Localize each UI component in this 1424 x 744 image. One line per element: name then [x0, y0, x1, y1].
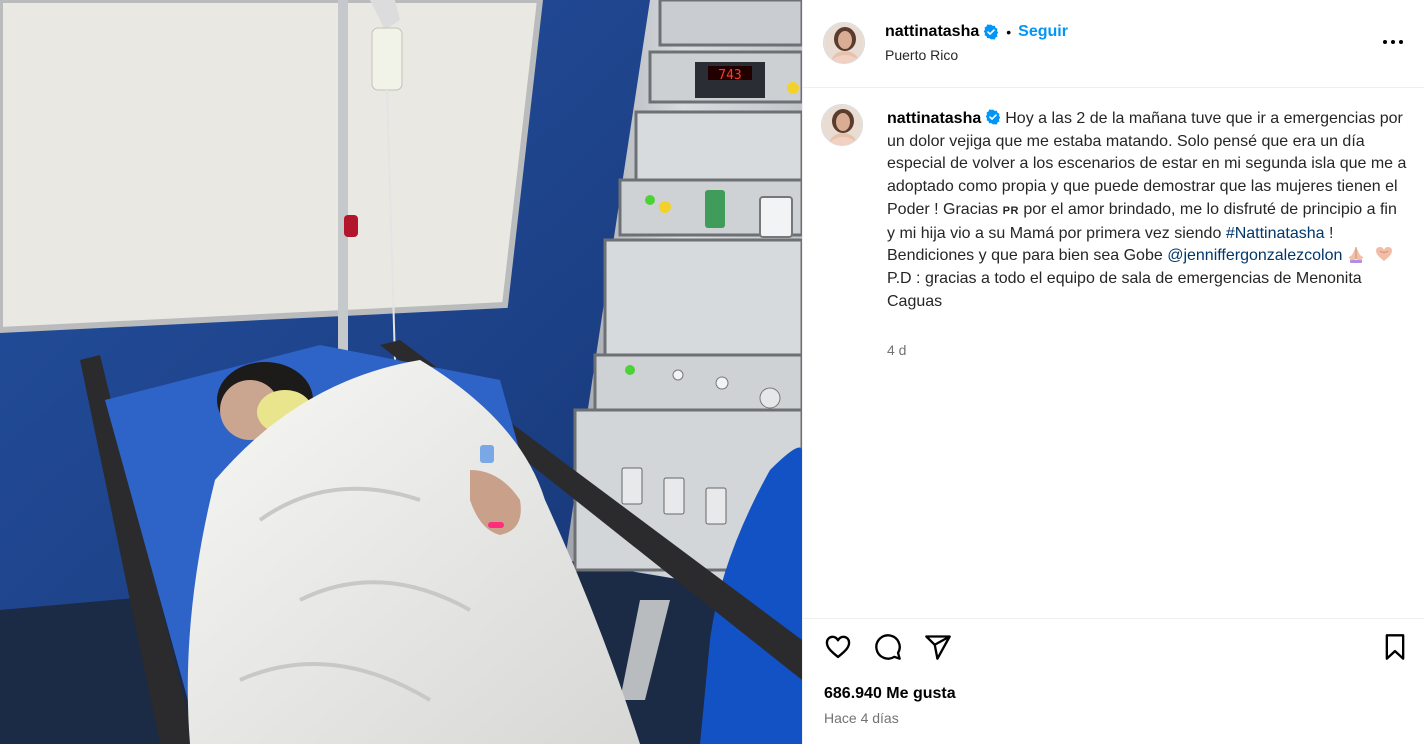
mention-link[interactable]: @jenniffergonzalezcolon: [1167, 247, 1342, 264]
post-photo: 743: [0, 0, 802, 744]
heart-icon[interactable]: [822, 631, 854, 663]
separator-dot: •: [1006, 24, 1012, 40]
post-actions: 686.940 Me gusta Hace 4 días: [803, 618, 1424, 736]
praying-hands-icon: [1349, 247, 1364, 264]
more-options-icon[interactable]: [1381, 30, 1405, 54]
verified-badge-icon: [984, 24, 999, 40]
caption-username[interactable]: nattinatasha: [887, 110, 981, 127]
hashtag-link[interactable]: #Nattinatasha: [1226, 225, 1325, 242]
heart-hands-icon: [1376, 247, 1393, 262]
follow-button[interactable]: Seguir: [1018, 23, 1068, 41]
comment-icon[interactable]: [872, 631, 904, 663]
share-icon[interactable]: [922, 631, 954, 663]
avatar-image: [822, 105, 862, 145]
avatar-image: [824, 23, 864, 63]
caption-timestamp[interactable]: 4 d: [887, 342, 906, 358]
bookmark-icon[interactable]: [1379, 631, 1411, 663]
hospital-photo: 743: [0, 0, 802, 744]
likes-count[interactable]: 686.940 Me gusta: [824, 685, 956, 703]
post-header: nattinatasha • Seguir Puerto Rico: [803, 0, 1424, 88]
username-link[interactable]: nattinatasha: [885, 23, 979, 41]
caption-body-4: P.D : gracias a todo el equipo de sala d…: [887, 269, 1362, 310]
caption-pr: PR: [1002, 204, 1019, 217]
verified-badge-icon: [986, 109, 1001, 125]
post-side-panel: nattinatasha • Seguir Puerto Rico nattin…: [802, 0, 1424, 744]
monitor-readout: 743: [718, 68, 741, 83]
header-user-line: nattinatasha • Seguir: [885, 22, 1068, 42]
caption-avatar[interactable]: [821, 104, 863, 146]
caption-text: nattinatasha Hoy a las 2 de la mañana tuv…: [887, 108, 1407, 313]
location-link[interactable]: Puerto Rico: [885, 47, 958, 63]
avatar[interactable]: [823, 22, 865, 64]
post-date[interactable]: Hace 4 días: [824, 710, 899, 726]
